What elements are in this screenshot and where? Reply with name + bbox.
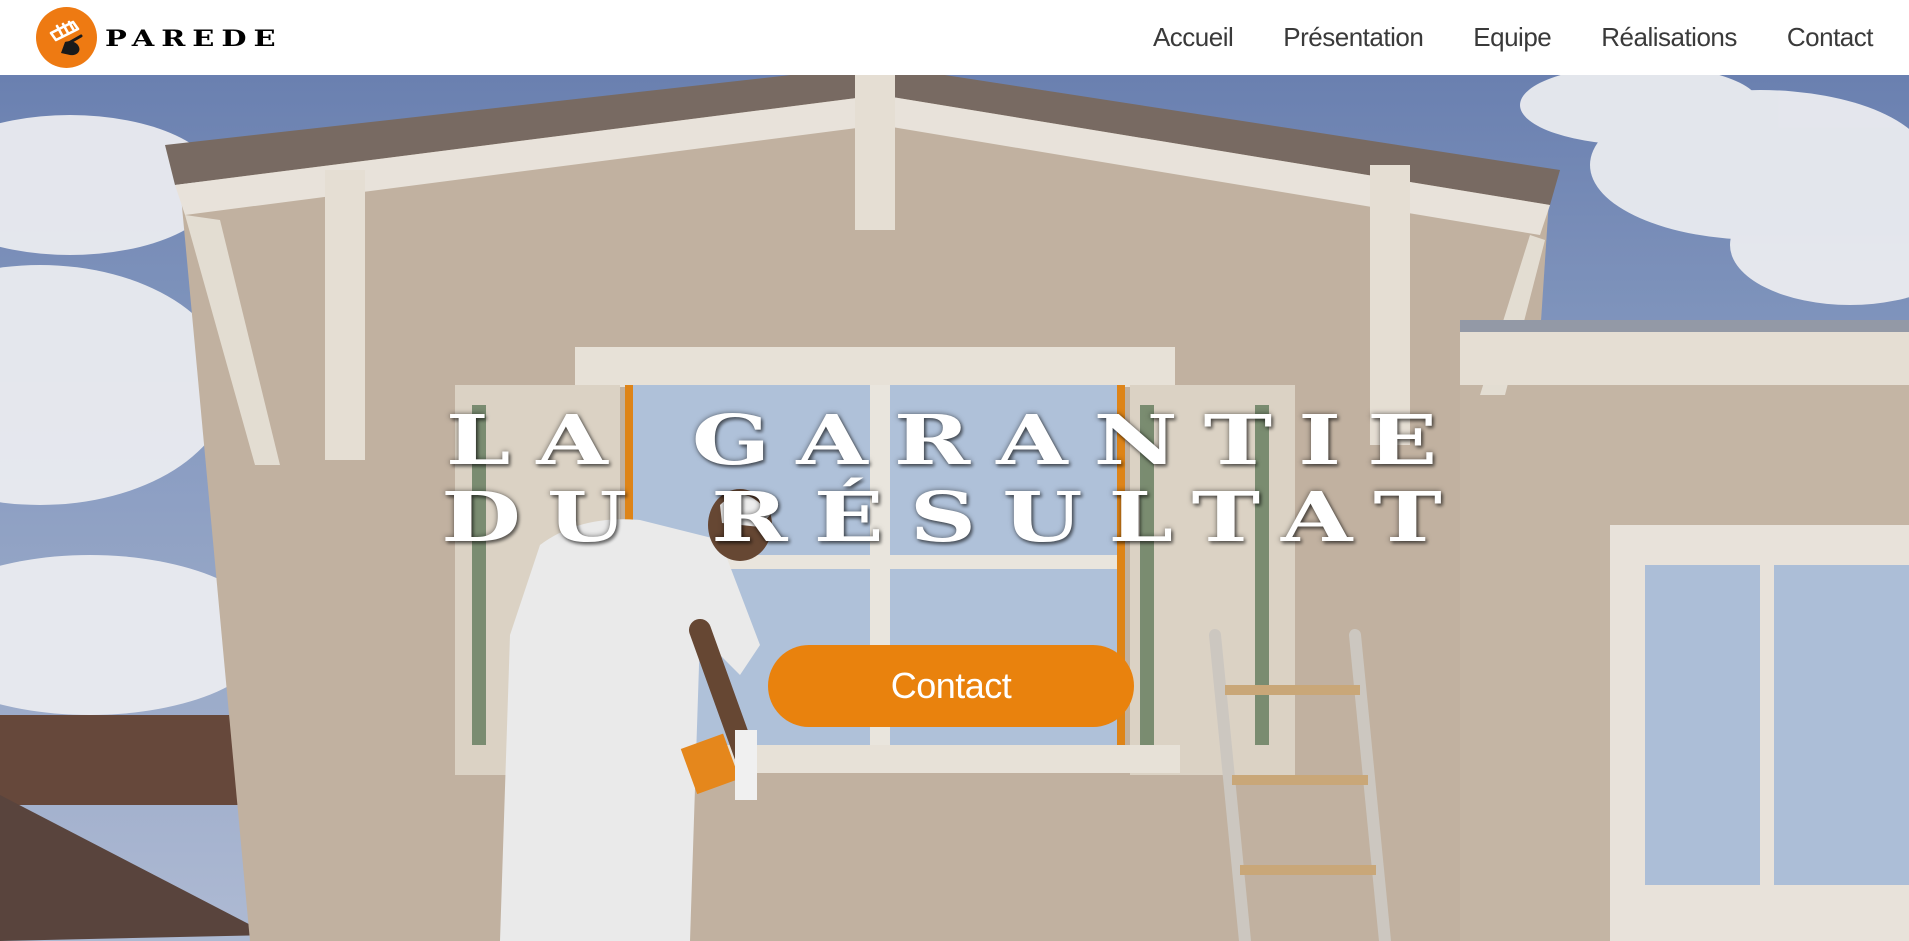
- site-header: PAREDE Accueil Présentation Equipe Réali…: [0, 0, 1909, 75]
- logo[interactable]: PAREDE: [36, 7, 283, 68]
- brand-name: PAREDE: [105, 24, 283, 51]
- nav-item-presentation[interactable]: Présentation: [1283, 22, 1423, 53]
- nav-item-equipe[interactable]: Equipe: [1473, 22, 1551, 53]
- hero-headline: LA GARANTIE DU RÉSULTAT: [0, 402, 1909, 556]
- main-nav: Accueil Présentation Equipe Réalisations…: [1153, 22, 1874, 53]
- contact-button[interactable]: Contact: [768, 645, 1134, 727]
- hero-section: LA GARANTIE DU RÉSULTAT Contact: [0, 75, 1909, 941]
- paint-roller-icon: [36, 7, 97, 68]
- headline-line-2: DU RÉSULTAT: [441, 477, 1468, 558]
- nav-item-contact[interactable]: Contact: [1787, 22, 1874, 53]
- nav-item-accueil[interactable]: Accueil: [1153, 22, 1234, 53]
- headline-line-1: LA GARANTIE: [445, 400, 1464, 481]
- nav-item-realisations[interactable]: Réalisations: [1601, 22, 1737, 53]
